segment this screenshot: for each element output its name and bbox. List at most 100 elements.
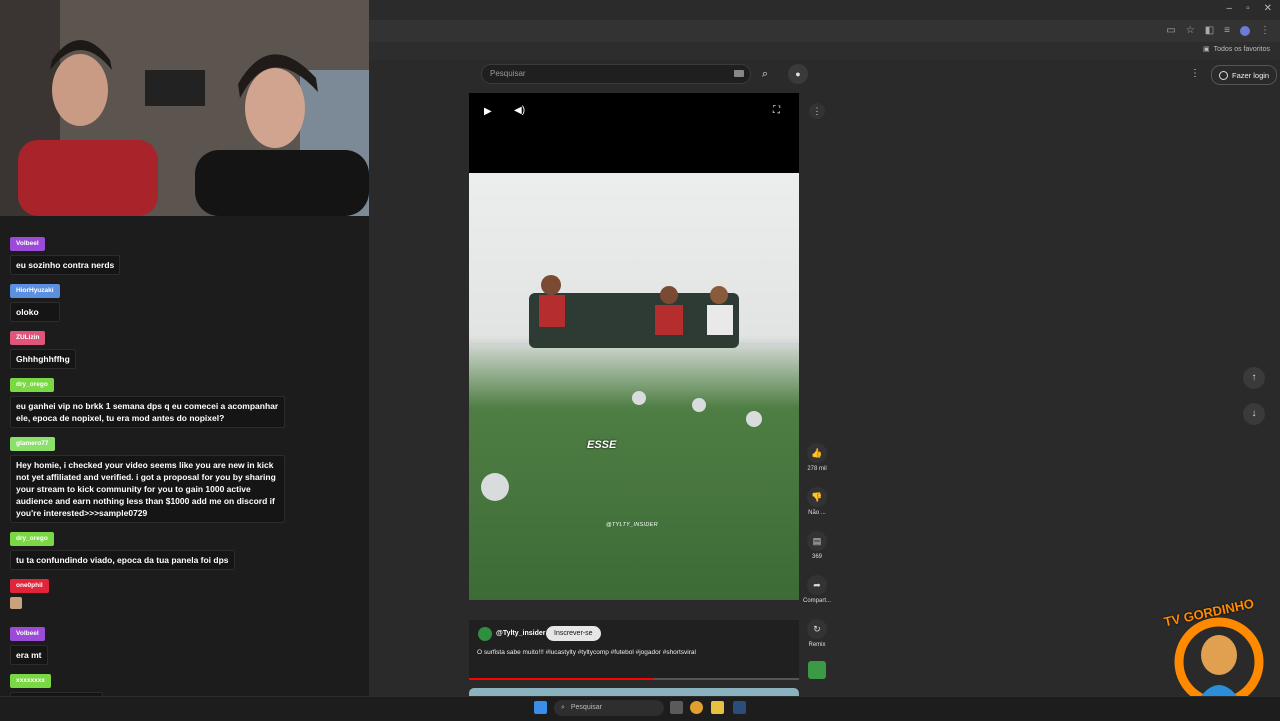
logo-face: [1201, 635, 1237, 675]
video-caption-overlay: ESSE: [587, 439, 617, 451]
emote-icon: [10, 597, 22, 609]
chat-text: era mt: [10, 645, 48, 665]
window-controls: – ▫ ✕: [1227, 3, 1273, 14]
search-placeholder: Pesquisar: [490, 69, 526, 78]
previous-short-button[interactable]: ↑: [1243, 367, 1265, 389]
microphone-icon: ●: [795, 69, 801, 79]
taskbar-search[interactable]: ⌕ Pesquisar: [554, 700, 664, 716]
taskbar-search-placeholder: Pesquisar: [570, 704, 603, 711]
thumbs-up-icon: 👍: [807, 443, 827, 463]
media-icon[interactable]: ≡: [1224, 25, 1230, 36]
remix-button[interactable]: ↻ Remix: [803, 619, 831, 648]
sound-source-thumbnail[interactable]: [808, 661, 826, 679]
chat-text: Hey homie, i checked your video seems li…: [10, 455, 285, 523]
chat-text: tu ta confundindo viado, epoca da tua pa…: [10, 550, 235, 570]
channel-avatar[interactable]: [478, 627, 492, 641]
like-count: 278 mil: [807, 466, 827, 472]
chrome-icon[interactable]: [690, 701, 703, 714]
remix-label: Remix: [808, 642, 826, 648]
fullscreen-icon[interactable]: ⛶: [773, 105, 780, 116]
browser-menu-icon[interactable]: ⋮: [1260, 25, 1270, 36]
share-icon: ➦: [807, 575, 827, 595]
video-more-options-button[interactable]: ⋮: [809, 103, 825, 119]
video-scene: [469, 275, 799, 501]
chat-message: glamero77 Hey homie, i checked your vide…: [10, 432, 285, 523]
voice-search-button[interactable]: ●: [788, 64, 808, 84]
webcam-person-shirt: [18, 140, 158, 216]
steam-icon[interactable]: [733, 701, 746, 714]
search-button[interactable]: ⌕: [753, 64, 777, 84]
comment-count: 369: [811, 554, 822, 560]
chat-message: dry_orego tu ta confundindo viado, epoca…: [10, 527, 235, 570]
comments-button[interactable]: ▤ 369: [803, 531, 831, 560]
chat-text: Ghhhghhffhg: [10, 349, 76, 369]
task-view-icon[interactable]: [670, 701, 683, 714]
chat-username[interactable]: Volbeel: [10, 627, 45, 641]
arrow-up-icon: ↑: [1251, 372, 1257, 383]
webcam-feed: [0, 0, 369, 216]
chat-username[interactable]: dry_orego: [10, 532, 54, 546]
all-bookmarks[interactable]: ▣ Todos os favoritos: [1202, 45, 1270, 54]
toolbar-icons: ▭ ☆ ◧ ≡ ⋮: [1166, 25, 1270, 36]
volume-icon[interactable]: ◀): [514, 105, 525, 116]
search-icon: ⌕: [761, 68, 769, 80]
chat-message: dry_orego eu ganhei vip no brkk 1 semana…: [10, 373, 285, 428]
chat-username[interactable]: Volbeel: [10, 237, 45, 251]
cast-icon[interactable]: ▭: [1166, 25, 1175, 36]
video-watermark: @TYLTY_INSIDER: [606, 522, 658, 528]
like-button[interactable]: 👍 278 mil: [803, 443, 831, 472]
chat-username[interactable]: one0phil: [10, 579, 49, 593]
next-short-button[interactable]: ↓: [1243, 403, 1265, 425]
chat-message: Volbeel era mt: [10, 622, 48, 665]
video-progress-bar[interactable]: [469, 678, 799, 680]
remix-icon: ↻: [807, 619, 827, 639]
arrow-down-icon: ↓: [1251, 408, 1257, 419]
dislike-button[interactable]: 👎 Não ...: [803, 487, 831, 516]
scene-ball: [746, 411, 762, 427]
keyboard-icon[interactable]: [734, 70, 744, 77]
chat-text: eu ganhei vip no brkk 1 semana dps q eu …: [10, 396, 285, 428]
file-explorer-icon[interactable]: [711, 701, 724, 714]
chat-username[interactable]: glamero77: [10, 437, 55, 451]
login-button[interactable]: Fazer login: [1211, 65, 1278, 85]
account-icon: [1219, 70, 1228, 80]
scene-player-head: [541, 275, 561, 295]
share-button[interactable]: ➦ Compart...: [803, 575, 831, 604]
extensions-icon[interactable]: ◧: [1205, 25, 1214, 36]
scene-player-shirt: [539, 295, 565, 327]
channel-name[interactable]: @Tylty_insider: [496, 630, 546, 637]
chat-message: ZULizin Ghhhghhffhg: [10, 326, 76, 369]
bookmark-star-icon[interactable]: ☆: [1186, 25, 1195, 36]
all-bookmarks-label: Todos os favoritos: [1213, 45, 1270, 53]
windows-start-icon[interactable]: [534, 701, 547, 714]
chat-username[interactable]: xxxxxxxx: [10, 674, 51, 688]
restore-icon[interactable]: ▫: [1246, 3, 1250, 14]
chat-username[interactable]: ZULizin: [10, 331, 46, 345]
thumbs-down-icon: 👎: [807, 487, 827, 507]
chat-message: Volbeel eu sozinho contra nerds: [10, 232, 121, 275]
comment-icon: ▤: [807, 531, 827, 551]
share-label: Compart...: [803, 598, 832, 604]
folder-icon: ▣: [1202, 46, 1210, 53]
minimize-icon[interactable]: –: [1227, 3, 1233, 14]
search-input[interactable]: Pesquisar: [481, 64, 751, 84]
subscribe-button[interactable]: Inscrever-se: [546, 626, 601, 641]
webcam-monitor: [145, 70, 205, 106]
scene-ball: [632, 391, 646, 405]
scene-player-shirt: [707, 305, 733, 335]
scene-ball: [692, 398, 706, 412]
chat-message: one0phil: [10, 574, 49, 609]
close-icon[interactable]: ✕: [1264, 3, 1272, 14]
chat-text: eu sozinho contra nerds: [10, 255, 121, 275]
shorts-video-player[interactable]: ESSE @TYLTY_INSIDER ▶ ◀) ⛶: [469, 93, 799, 600]
chat-text: oloko: [10, 302, 60, 322]
dislike-label: Não ...: [808, 510, 826, 516]
webcam-person-face: [52, 54, 108, 126]
profile-avatar[interactable]: [1240, 25, 1250, 36]
play-icon[interactable]: ▶: [484, 106, 492, 117]
chat-username[interactable]: HiorHyuzaki: [10, 284, 60, 298]
settings-menu-icon[interactable]: ⋮: [1190, 68, 1200, 79]
video-description[interactable]: O surfista sabe muito!!! #lucastylty #ty…: [477, 648, 737, 658]
chat-message: HiorHyuzaki oloko: [10, 279, 60, 322]
chat-username[interactable]: dry_orego: [10, 378, 54, 392]
